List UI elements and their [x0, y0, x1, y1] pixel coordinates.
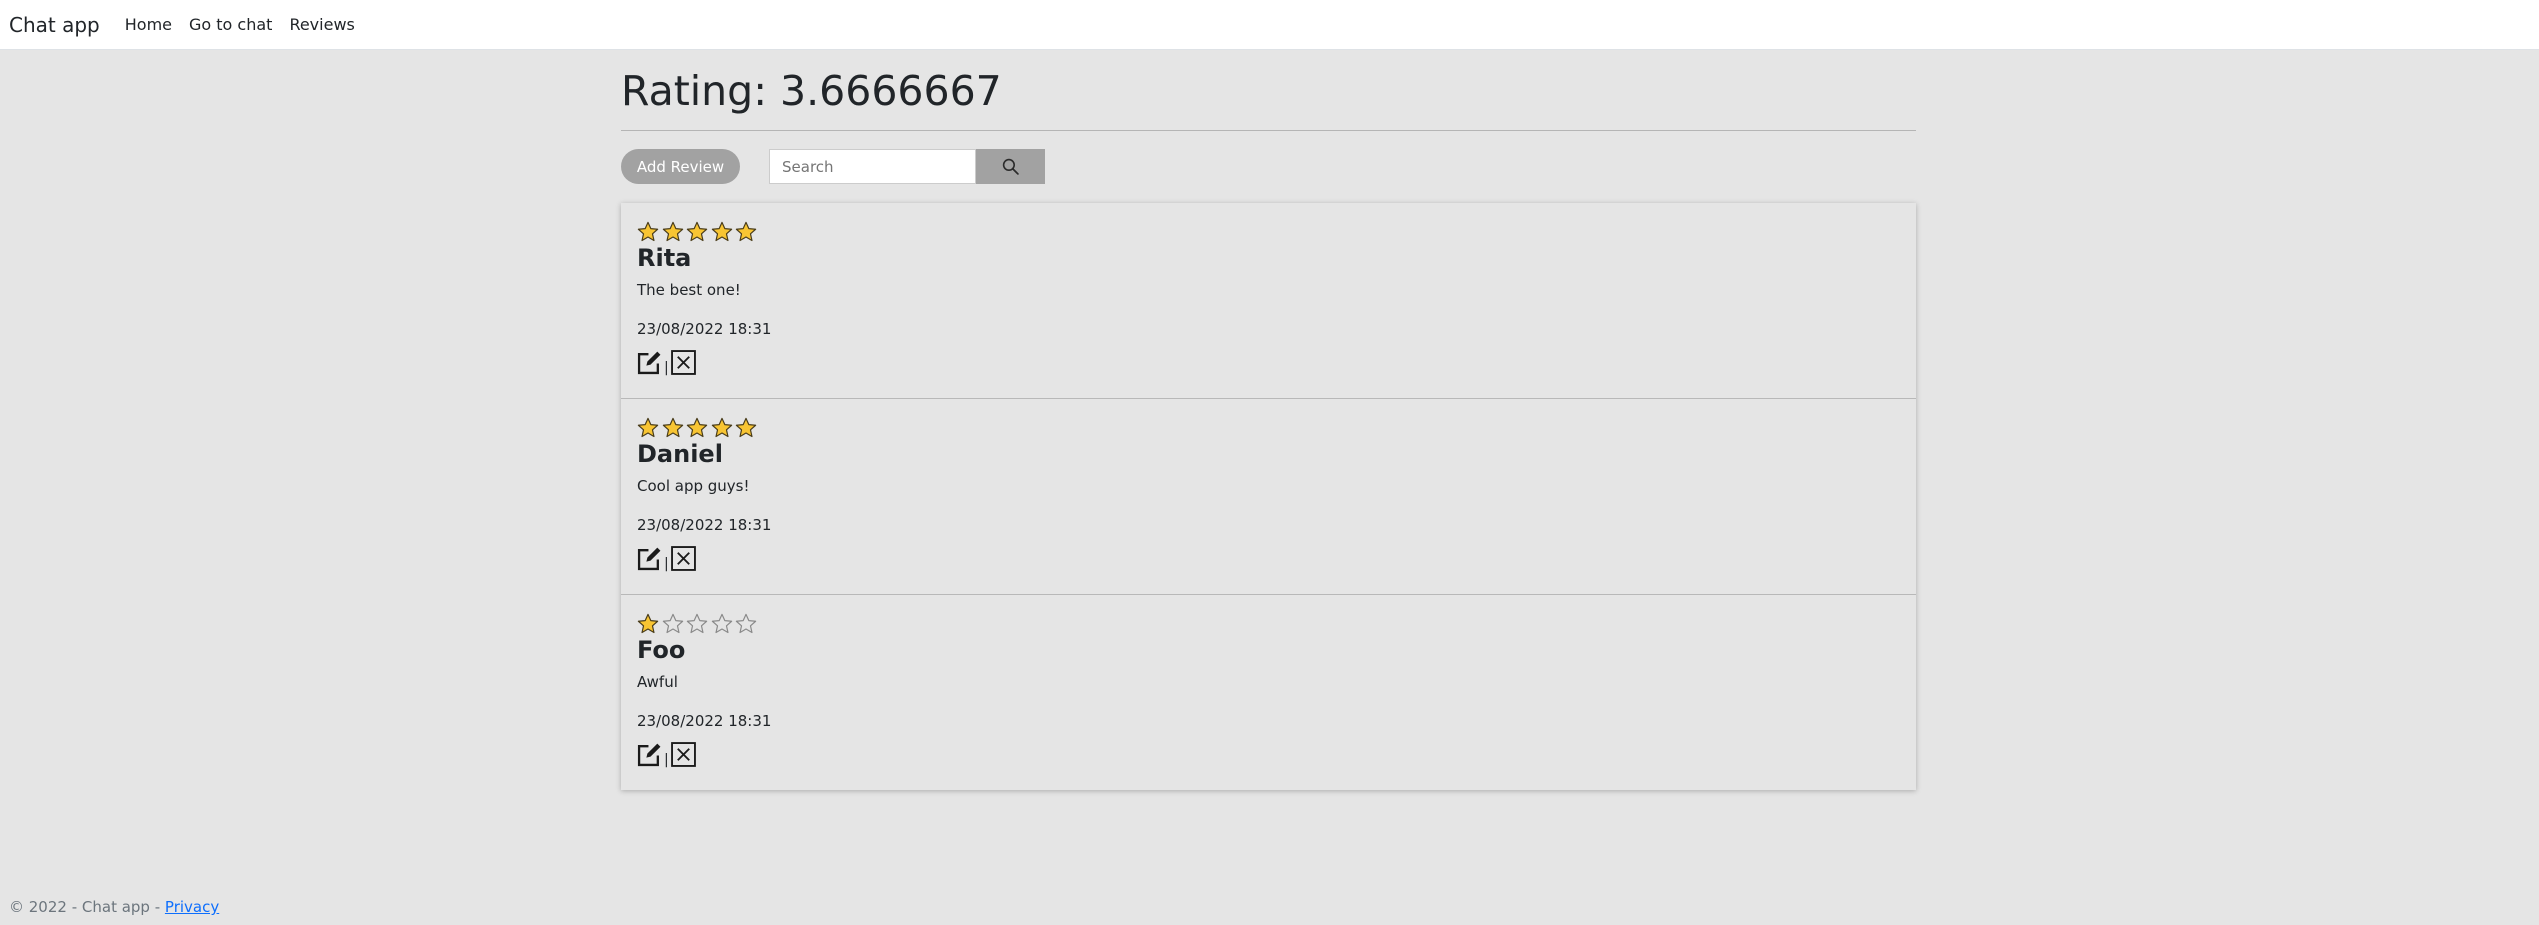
star-rating — [637, 613, 760, 635]
star-rating — [637, 417, 760, 439]
review-card: Foo Awful 23/08/2022 18:31 | — [621, 595, 1916, 790]
review-text: The best one! — [637, 281, 741, 299]
edit-icon[interactable] — [637, 350, 662, 375]
star-filled-icon — [735, 417, 757, 438]
brand-link[interactable]: Chat app — [9, 13, 100, 37]
page-title: Rating: 3.6666667 — [621, 67, 1002, 115]
review-author: Rita — [637, 244, 692, 272]
review-author: Foo — [637, 636, 686, 664]
review-actions: | — [637, 546, 696, 571]
delete-icon[interactable] — [670, 350, 696, 375]
search-input[interactable] — [769, 149, 976, 184]
review-date: 23/08/2022 18:31 — [637, 712, 772, 730]
star-empty-icon — [686, 613, 708, 634]
navbar: Chat app Home Go to chat Reviews — [0, 0, 2539, 50]
actions-separator: | — [664, 556, 669, 572]
star-rating — [637, 221, 760, 243]
review-actions: | — [637, 350, 696, 375]
star-filled-icon — [711, 417, 732, 438]
review-card: Daniel Cool app guys! 23/08/2022 18:31 | — [621, 399, 1916, 594]
star-filled-icon — [637, 613, 659, 634]
star-filled-icon — [711, 221, 732, 242]
star-filled-icon — [686, 417, 708, 438]
nav-link-go-to-chat[interactable]: Go to chat — [189, 15, 272, 34]
review-actions: | — [637, 742, 696, 767]
review-text: Cool app guys! — [637, 477, 750, 495]
star-filled-icon — [637, 221, 659, 242]
star-filled-icon — [735, 221, 757, 242]
footer-text: © 2022 - Chat app - — [9, 898, 165, 916]
edit-icon[interactable] — [637, 546, 662, 571]
delete-icon[interactable] — [670, 742, 696, 767]
reviews-list: Rita The best one! 23/08/2022 18:31 | Da… — [621, 203, 1916, 790]
nav-link-home[interactable]: Home — [125, 15, 172, 34]
review-author: Daniel — [637, 440, 723, 468]
privacy-link[interactable]: Privacy — [165, 898, 219, 916]
review-text: Awful — [637, 673, 678, 691]
star-empty-icon — [711, 613, 732, 634]
review-date: 23/08/2022 18:31 — [637, 516, 772, 534]
delete-icon[interactable] — [670, 546, 696, 571]
star-filled-icon — [662, 221, 683, 242]
actions-separator: | — [664, 752, 669, 768]
review-card: Rita The best one! 23/08/2022 18:31 | — [621, 203, 1916, 398]
star-empty-icon — [735, 613, 757, 634]
search-button[interactable] — [976, 149, 1045, 184]
edit-icon[interactable] — [637, 742, 662, 767]
footer: © 2022 - Chat app - Privacy — [9, 898, 219, 916]
star-filled-icon — [637, 417, 659, 438]
nav-link-reviews[interactable]: Reviews — [289, 15, 354, 34]
star-filled-icon — [662, 417, 683, 438]
add-review-button[interactable]: Add Review — [621, 149, 740, 184]
review-date: 23/08/2022 18:31 — [637, 320, 772, 338]
title-divider — [621, 130, 1916, 131]
actions-separator: | — [664, 360, 669, 376]
star-empty-icon — [662, 613, 683, 634]
star-filled-icon — [686, 221, 708, 242]
search-icon — [1002, 158, 1019, 175]
